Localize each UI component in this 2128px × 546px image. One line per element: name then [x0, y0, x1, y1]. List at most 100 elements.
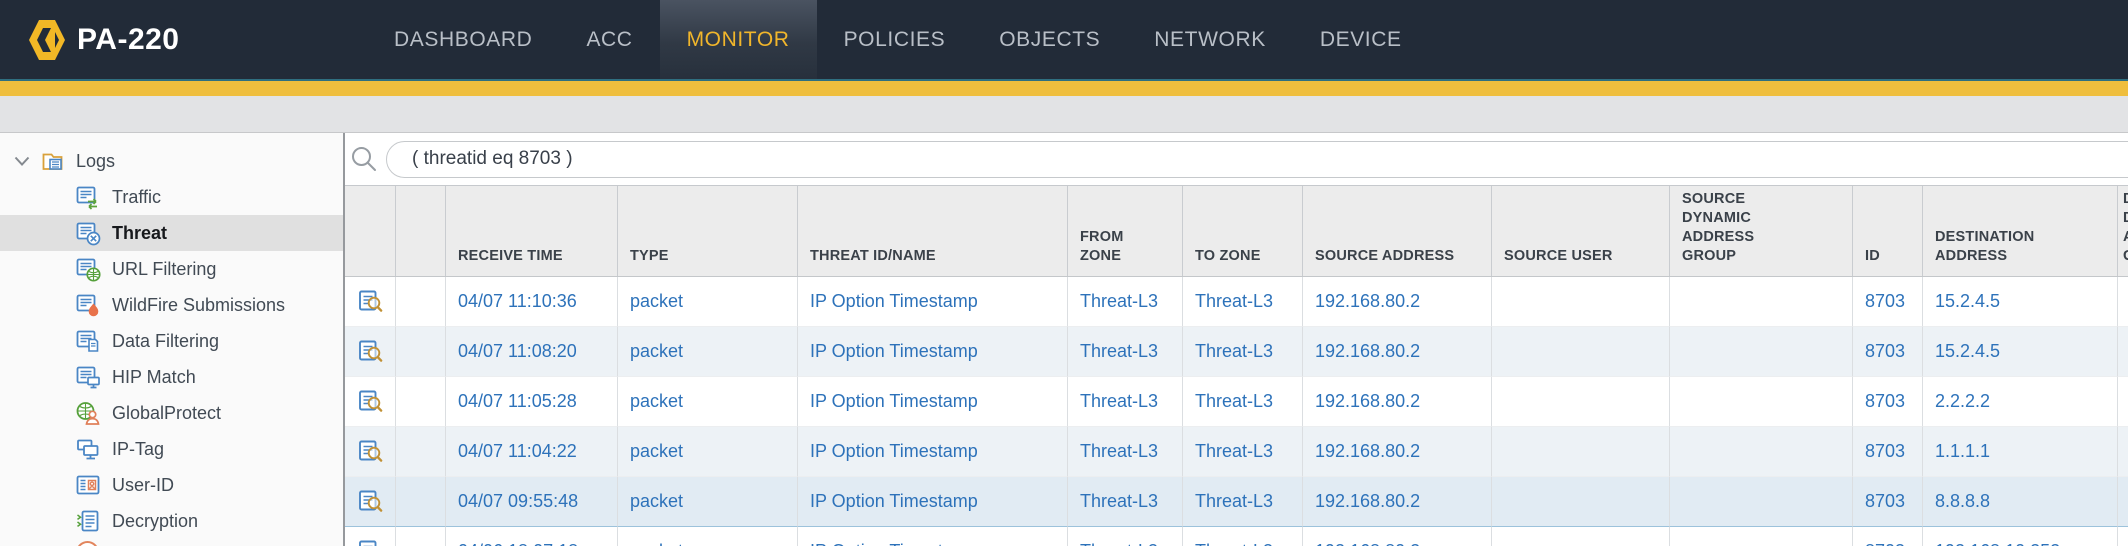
threat-log-icon: [75, 220, 101, 246]
cell-id[interactable]: 8703: [1853, 377, 1923, 427]
sidebar-item-globalprotect[interactable]: GlobalProtect: [0, 395, 343, 431]
sidebar-item-label: Decryption: [112, 511, 198, 532]
cell-destination-address[interactable]: 15.2.4.5: [1923, 277, 2118, 327]
cell-threat-id-name[interactable]: IP Option Timestamp: [798, 277, 1068, 327]
cell-from-zone[interactable]: Threat-L3: [1068, 427, 1183, 477]
cell-threat-id-name[interactable]: IP Option Timestamp: [798, 527, 1068, 546]
cell-to-zone[interactable]: Threat-L3: [1183, 427, 1303, 477]
cell-threat-id-name[interactable]: IP Option Timestamp: [798, 477, 1068, 527]
cell-destination-address[interactable]: 1.1.1.1: [1923, 427, 2118, 477]
col-header-source-user[interactable]: SOURCE USER: [1492, 186, 1670, 276]
cell-threat-id-name[interactable]: IP Option Timestamp: [798, 327, 1068, 377]
cell-type[interactable]: packet: [618, 277, 798, 327]
cell-id[interactable]: 8703: [1853, 327, 1923, 377]
cell-receive-time[interactable]: 04/07 11:08:20: [446, 327, 618, 377]
sidebar-item-data-filtering[interactable]: Data Filtering: [0, 323, 343, 359]
nav-tab-network[interactable]: NETWORK: [1127, 0, 1293, 79]
cell-flag: [396, 377, 446, 427]
cell-destination-address[interactable]: 8.8.8.8: [1923, 477, 2118, 527]
log-detail-icon[interactable]: [345, 427, 396, 477]
sidebar-item-ip-tag[interactable]: IP-Tag: [0, 431, 343, 467]
cell-from-zone[interactable]: Threat-L3: [1068, 527, 1183, 546]
col-header-destination-dynamic-address-group[interactable]: DESTINATION DYNAMIC ADDRESS GROUP: [2118, 186, 2128, 276]
sidebar-item-hip-match[interactable]: HIP Match: [0, 359, 343, 395]
col-header-destination-address[interactable]: DESTINATION ADDRESS: [1923, 186, 2118, 276]
cell-receive-time[interactable]: 04/07 11:10:36: [446, 277, 618, 327]
col-header-threat-id-name[interactable]: THREAT ID/NAME: [798, 186, 1068, 276]
cell-id[interactable]: 8703: [1853, 427, 1923, 477]
col-header-type[interactable]: TYPE: [618, 186, 798, 276]
cell-source-address[interactable]: 192.168.80.2: [1303, 277, 1492, 327]
table-row[interactable]: 04/07 11:04:22packetIP Option TimestampT…: [345, 427, 2128, 477]
log-detail-icon[interactable]: [345, 477, 396, 527]
cell-source-address[interactable]: 192.168.80.2: [1303, 327, 1492, 377]
nav-tab-dashboard[interactable]: DASHBOARD: [367, 0, 559, 79]
nav-tab-acc[interactable]: ACC: [559, 0, 659, 79]
cell-from-zone[interactable]: Threat-L3: [1068, 377, 1183, 427]
cell-to-zone[interactable]: Threat-L3: [1183, 327, 1303, 377]
table-row[interactable]: 04/07 11:10:36packetIP Option TimestampT…: [345, 277, 2128, 327]
col-header-to-zone[interactable]: TO ZONE: [1183, 186, 1303, 276]
table-row[interactable]: 04/07 09:55:48packetIP Option TimestampT…: [345, 477, 2128, 527]
log-detail-icon[interactable]: [345, 277, 396, 327]
table-row[interactable]: 04/06 18:07:18packetIP Option TimestampT…: [345, 527, 2128, 546]
col-header-source-dynamic-address-group[interactable]: SOURCE DYNAMIC ADDRESS GROUP: [1670, 186, 1853, 276]
sidebar-item-logs[interactable]: Logs: [0, 143, 343, 179]
sidebar-item-decryption[interactable]: Decryption: [0, 503, 343, 539]
cell-source-address[interactable]: 192.168.80.2: [1303, 477, 1492, 527]
sidebar-item-user-id[interactable]: User-ID: [0, 467, 343, 503]
cell-threat-id-name[interactable]: IP Option Timestamp: [798, 427, 1068, 477]
log-filter-input[interactable]: ( threatid eq 8703 ): [386, 141, 2128, 178]
cell-source-address[interactable]: 192.168.80.2: [1303, 377, 1492, 427]
cell-destination-address[interactable]: 2.2.2.2: [1923, 377, 2118, 427]
cell-destination-dynamic-address-group: [2118, 477, 2128, 527]
table-row[interactable]: 04/07 11:08:20packetIP Option TimestampT…: [345, 327, 2128, 377]
cell-id[interactable]: 8703: [1853, 527, 1923, 546]
search-icon: [349, 144, 379, 174]
cell-id[interactable]: 8703: [1853, 277, 1923, 327]
cell-receive-time[interactable]: 04/06 18:07:18: [446, 527, 618, 546]
cell-to-zone[interactable]: Threat-L3: [1183, 477, 1303, 527]
log-detail-icon[interactable]: [345, 377, 396, 427]
cell-source-address[interactable]: 192.168.80.2: [1303, 527, 1492, 546]
cell-destination-address[interactable]: 192.168.10.252: [1923, 527, 2118, 546]
cell-destination-address[interactable]: 15.2.4.5: [1923, 327, 2118, 377]
sidebar-item-url-filtering[interactable]: URL Filtering: [0, 251, 343, 287]
table-row[interactable]: 04/07 11:05:28packetIP Option TimestampT…: [345, 377, 2128, 427]
cell-to-zone[interactable]: Threat-L3: [1183, 527, 1303, 546]
cell-type[interactable]: packet: [618, 477, 798, 527]
col-header-from-zone[interactable]: FROM ZONE: [1068, 186, 1183, 276]
nav-tab-policies[interactable]: POLICIES: [817, 0, 973, 79]
nav-tab-device[interactable]: DEVICE: [1293, 0, 1429, 79]
cell-from-zone[interactable]: Threat-L3: [1068, 327, 1183, 377]
log-detail-icon[interactable]: [345, 527, 396, 546]
cell-type[interactable]: packet: [618, 427, 798, 477]
cell-to-zone[interactable]: Threat-L3: [1183, 277, 1303, 327]
cell-source-address[interactable]: 192.168.80.2: [1303, 427, 1492, 477]
col-header-receive-time[interactable]: RECEIVE TIME: [446, 186, 618, 276]
sidebar-item-wildfire-submissions[interactable]: WildFire Submissions: [0, 287, 343, 323]
cell-to-zone[interactable]: Threat-L3: [1183, 377, 1303, 427]
device-logo: PA-220: [0, 19, 180, 61]
cell-type[interactable]: packet: [618, 527, 798, 546]
cell-threat-id-name[interactable]: IP Option Timestamp: [798, 377, 1068, 427]
sidebar-item-threat[interactable]: Threat: [0, 215, 343, 251]
nav-tab-monitor[interactable]: MONITOR: [660, 0, 817, 79]
cell-from-zone[interactable]: Threat-L3: [1068, 477, 1183, 527]
col-header-source-address[interactable]: SOURCE ADDRESS: [1303, 186, 1492, 276]
col-header-id[interactable]: ID: [1853, 186, 1923, 276]
cell-receive-time[interactable]: 04/07 11:04:22: [446, 427, 618, 477]
col-header-detail: [345, 186, 396, 276]
cell-from-zone[interactable]: Threat-L3: [1068, 277, 1183, 327]
cell-receive-time[interactable]: 04/07 09:55:48: [446, 477, 618, 527]
log-detail-icon[interactable]: [345, 327, 396, 377]
sidebar-item-label: URL Filtering: [112, 259, 216, 280]
sidebar-item-traffic[interactable]: Traffic: [0, 179, 343, 215]
cell-id[interactable]: 8703: [1853, 477, 1923, 527]
cell-type[interactable]: packet: [618, 327, 798, 377]
cell-source-dynamic-address-group: [1670, 277, 1853, 327]
nav-tab-objects[interactable]: OBJECTS: [972, 0, 1127, 79]
chevron-down-icon[interactable]: [14, 156, 30, 167]
cell-receive-time[interactable]: 04/07 11:05:28: [446, 377, 618, 427]
cell-type[interactable]: packet: [618, 377, 798, 427]
